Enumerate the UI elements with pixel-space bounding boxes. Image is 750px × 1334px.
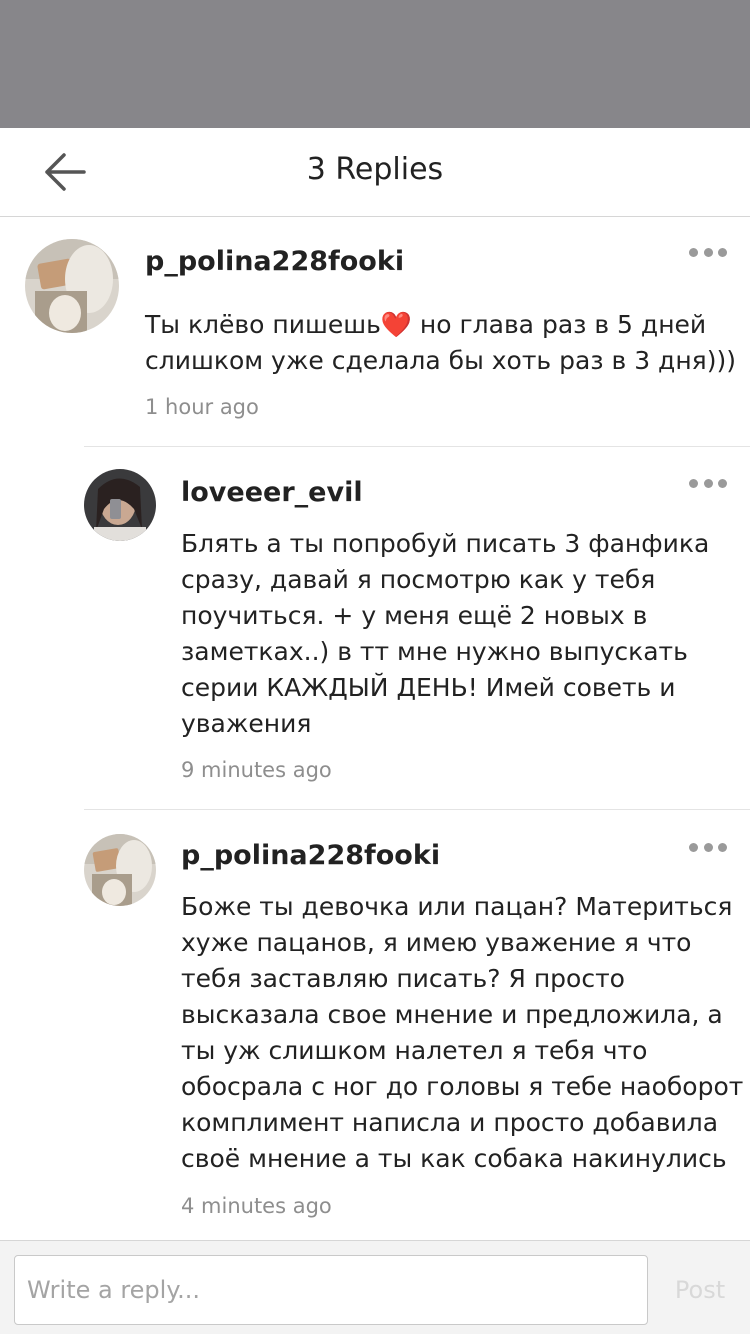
dot-icon [703, 478, 713, 488]
comment-item: loveeer_evil Блять а ты попробуй писать … [0, 447, 750, 809]
comment-text-line: комплимент написла и просто добавила [181, 1108, 719, 1137]
comment-text-line: Боже ты девочка или пацан? Материться [181, 892, 733, 921]
dot-icon [703, 247, 713, 257]
comment-item: p_polina228fooki Ты клёво пишешь❤️ но гл… [0, 217, 750, 446]
comment-item: p_polina228fooki Боже ты девочка или пац… [0, 810, 750, 1240]
comment-username[interactable]: p_polina228fooki [145, 246, 404, 277]
comment-text-line: Блять а ты попробуй писать 3 фанфика [181, 529, 710, 558]
page-title: 3 Replies [306, 152, 444, 187]
avatar[interactable] [25, 239, 119, 333]
comment-text-line: Ты клёво пишешь❤️ но глава раз в 5 дней [145, 310, 707, 339]
more-options-button[interactable] [686, 240, 730, 264]
dot-icon [689, 478, 698, 488]
comment-text-line: серии КАЖДЫЙ ДЕНЬ! Имей советь и [181, 673, 676, 702]
more-options-button[interactable] [686, 835, 730, 859]
comment-text: Ты клёво пишешь❤️ но глава раз в 5 дней … [145, 307, 736, 379]
comment-text-line: заметках..) в тт мне нужно выпускать [181, 637, 688, 666]
comment-text-line: уважения [181, 709, 312, 738]
comment-username[interactable]: p_polina228fooki [181, 840, 440, 871]
comment-timestamp: 9 minutes ago [181, 758, 332, 782]
comment-text-line: своё мнение а ты как собака накинулись [181, 1144, 727, 1173]
dot-icon [718, 247, 727, 257]
reply-bar: Post [0, 1240, 750, 1334]
comment-text-line: хуже пацанов, я имею уважение я что [181, 928, 692, 957]
comment-timestamp: 1 hour ago [145, 395, 259, 419]
avatar[interactable] [84, 469, 156, 541]
comment-text-line: сразу, давай я посмотрю как у тебя [181, 565, 656, 594]
comment-text-line: поучиться. + у меня ещё 2 новых в [181, 601, 648, 630]
post-button[interactable]: Post [660, 1255, 740, 1325]
dot-icon [689, 247, 698, 257]
comment-text: Блять а ты попробуй писать 3 фанфика сра… [181, 526, 709, 742]
dot-icon [703, 842, 713, 852]
dot-icon [718, 478, 727, 488]
avatar[interactable] [84, 834, 156, 906]
comment-username[interactable]: loveeer_evil [181, 477, 363, 508]
header: 3 Replies [0, 128, 750, 217]
comment-text-line: ты уж слишком налетел я тебя что [181, 1036, 648, 1065]
reply-input[interactable] [14, 1255, 648, 1325]
comment-timestamp: 4 minutes ago [181, 1194, 332, 1218]
dot-icon [718, 842, 727, 852]
comment-text-line: слишком уже сделала бы хоть раз в 3 дня)… [145, 346, 736, 375]
dot-icon [689, 842, 698, 852]
comment-text-line: высказала свое мнение и предложила, а [181, 1000, 723, 1029]
comment-text-line: тебя заставляю писать? Я просто [181, 964, 625, 993]
comment-text-line: обосрала с ног до головы я тебе наоборот [181, 1072, 744, 1101]
more-options-button[interactable] [686, 471, 730, 495]
status-bar-area [0, 0, 750, 128]
comment-text: Боже ты девочка или пацан? Материться ху… [181, 889, 743, 1177]
